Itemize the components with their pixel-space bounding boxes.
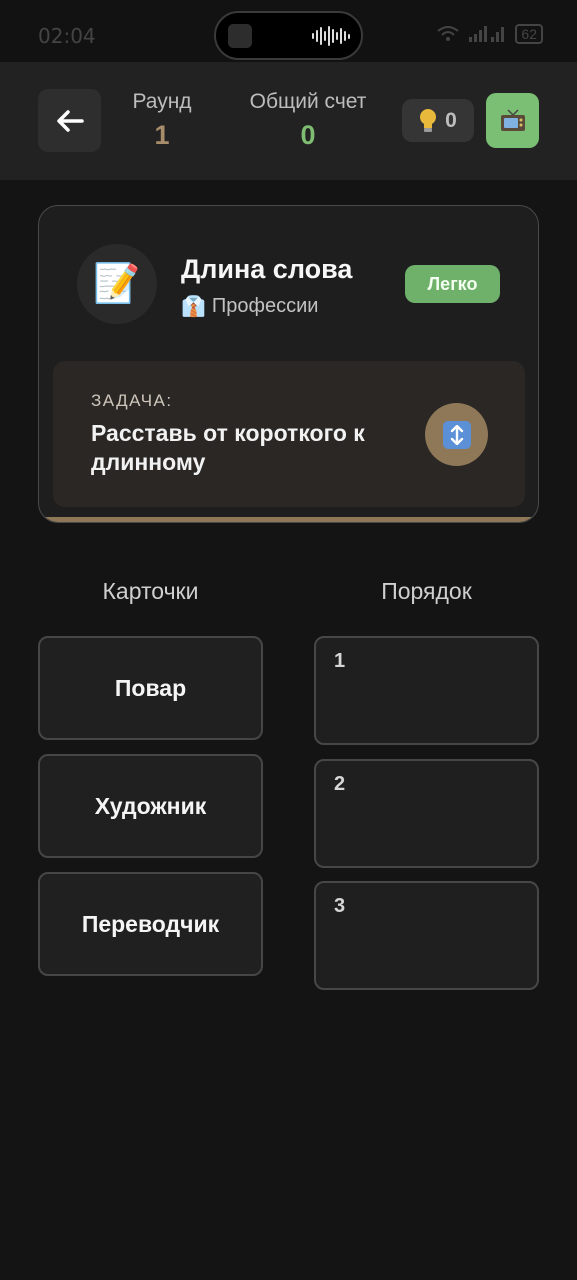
category-label: Профессии bbox=[211, 295, 319, 317]
necktie-icon: 👔 bbox=[181, 296, 206, 318]
cards-column-title: Карточки bbox=[102, 578, 199, 604]
status-right: 62 bbox=[437, 24, 543, 44]
back-button[interactable] bbox=[38, 89, 101, 152]
battery-indicator: 62 bbox=[515, 24, 543, 44]
word-card[interactable]: Повар bbox=[38, 636, 263, 740]
task-emoji-badge: 📝 bbox=[77, 244, 157, 324]
status-bar: 02:04 62 bbox=[0, 0, 577, 62]
order-column-title: Порядок bbox=[381, 578, 472, 604]
sort-order-badge bbox=[425, 403, 488, 466]
memo-icon: 📝 bbox=[93, 263, 141, 305]
game-header: Раунд 1 Общий счет 0 0 bbox=[0, 62, 577, 180]
hints-button[interactable]: 0 bbox=[402, 99, 474, 142]
dynamic-island bbox=[214, 11, 363, 60]
slot-number: 1 bbox=[334, 650, 346, 672]
round-value: 1 bbox=[154, 120, 170, 150]
order-slot[interactable]: 2 bbox=[314, 759, 539, 868]
word-card[interactable]: Переводчик bbox=[38, 872, 263, 976]
round-label: Раунд bbox=[132, 90, 192, 113]
signal-icon bbox=[469, 26, 505, 42]
tv-icon bbox=[500, 108, 525, 131]
task-category: 👔 Профессии bbox=[181, 294, 318, 319]
difficulty-badge: Легко bbox=[405, 265, 500, 303]
task-instruction: Расставь от короткого к длинному bbox=[91, 420, 365, 475]
hints-count: 0 bbox=[445, 108, 457, 132]
slot-number: 2 bbox=[334, 773, 346, 795]
up-down-arrow-icon bbox=[442, 420, 471, 449]
task-description-box: ЗАДАЧА: Расставь от короткого к длинному bbox=[53, 361, 525, 507]
total-score-label: Общий счет bbox=[249, 90, 367, 113]
arrow-left-icon bbox=[56, 109, 84, 132]
order-slot[interactable]: 3 bbox=[314, 881, 539, 990]
word-card[interactable]: Художник bbox=[38, 754, 263, 858]
camera-icon bbox=[228, 24, 252, 48]
total-score-value: 0 bbox=[300, 120, 316, 150]
task-kicker: ЗАДАЧА: bbox=[91, 391, 173, 410]
order-slot[interactable]: 1 bbox=[314, 636, 539, 745]
wifi-icon bbox=[437, 26, 460, 41]
audio-wave-icon bbox=[312, 26, 350, 46]
slot-number: 3 bbox=[334, 895, 346, 917]
task-card-accent-bar bbox=[39, 517, 538, 522]
task-card: 📝 Длина слова 👔 Профессии Легко ЗАДАЧА: … bbox=[38, 205, 539, 523]
status-time: 02:04 bbox=[38, 24, 96, 48]
lightbulb-icon bbox=[420, 108, 437, 132]
watch-ad-button[interactable] bbox=[486, 93, 539, 148]
task-title: Длина слова bbox=[181, 254, 353, 284]
